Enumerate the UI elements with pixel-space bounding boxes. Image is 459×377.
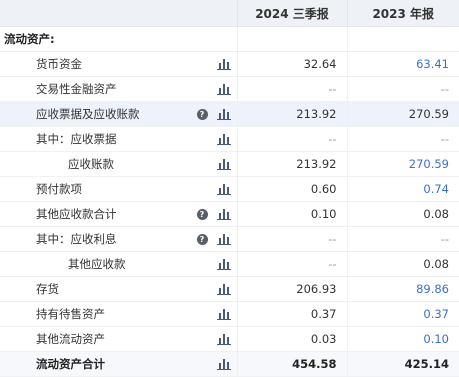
value-2024-q3: 32.64 bbox=[236, 51, 347, 77]
bar-chart-icon[interactable] bbox=[216, 333, 231, 345]
table-row: 其中：应收票据 -- -- bbox=[0, 126, 459, 152]
value-2023-annual[interactable]: 89.86 bbox=[346, 276, 459, 302]
total-row: 流动资产合计 454.58 425.14 bbox=[0, 351, 459, 377]
row-label: 应收账款 bbox=[68, 157, 114, 171]
table-row: 其他流动资产 0.03 0.10 bbox=[0, 326, 459, 352]
header-2023-annual[interactable]: 2023 年报 bbox=[346, 0, 459, 27]
bar-chart-icon[interactable] bbox=[216, 158, 231, 170]
row-label: 其他流动资产 bbox=[36, 332, 105, 346]
value-2024-q3: 0.03 bbox=[236, 326, 347, 352]
value-2023-annual[interactable]: 0.10 bbox=[346, 326, 459, 352]
table-header-row: 2024 三季报 2023 年报 bbox=[0, 0, 459, 27]
header-label-column bbox=[0, 0, 237, 27]
value-2023-annual: 0.08 bbox=[346, 251, 459, 277]
value-2024-q3: -- bbox=[236, 126, 347, 152]
total-label: 流动资产合计 bbox=[36, 357, 105, 371]
value-2023-annual: -- bbox=[346, 76, 459, 102]
table-row: 持有待售资产 0.37 0.37 bbox=[0, 301, 459, 327]
question-circle-icon[interactable]: ? bbox=[196, 233, 208, 245]
value-2024-q3: 206.93 bbox=[236, 276, 347, 302]
value-2023-annual: 0.08 bbox=[346, 201, 459, 227]
value-2023-annual[interactable]: 0.74 bbox=[346, 176, 459, 202]
value-2024-q3: 213.92 bbox=[236, 151, 347, 177]
value-2024-q3: -- bbox=[236, 251, 347, 277]
value-2024-q3: -- bbox=[236, 226, 347, 252]
row-label: 其他应收款合计 bbox=[36, 207, 117, 221]
table-row: 其他应收款合计? 0.10 0.08 bbox=[0, 201, 459, 227]
financial-table: 2024 三季报 2023 年报 流动资产: 货币资金 32.64 63.41 交易性… bbox=[0, 0, 459, 377]
value-2024-q3: 213.92 bbox=[236, 101, 347, 127]
question-circle-icon[interactable]: ? bbox=[196, 208, 208, 220]
table-row: 预付款项 0.60 0.74 bbox=[0, 176, 459, 202]
value-2024-q3: 0.60 bbox=[236, 176, 347, 202]
bar-chart-icon[interactable] bbox=[216, 258, 231, 270]
section-title: 流动资产: bbox=[4, 32, 55, 46]
table-row: 交易性金融资产 -- -- bbox=[0, 76, 459, 102]
value-2023-annual[interactable]: 0.37 bbox=[346, 301, 459, 327]
bar-chart-icon[interactable] bbox=[216, 208, 231, 220]
value-2023-annual: 270.59 bbox=[346, 101, 459, 127]
row-label: 其他应收款 bbox=[68, 257, 126, 271]
row-label: 其中：应收利息 bbox=[36, 232, 117, 246]
row-label: 货币资金 bbox=[36, 57, 82, 71]
row-label: 交易性金融资产 bbox=[36, 82, 117, 96]
row-label: 存货 bbox=[36, 282, 59, 296]
table-row: 应收账款 213.92 270.59 bbox=[0, 151, 459, 177]
value-2024-q3: -- bbox=[236, 76, 347, 102]
bar-chart-icon[interactable] bbox=[216, 233, 231, 245]
row-label: 持有待售资产 bbox=[36, 307, 105, 321]
value-2024-q3: 0.37 bbox=[236, 301, 347, 327]
bar-chart-icon[interactable] bbox=[216, 308, 231, 320]
value-2023-annual: -- bbox=[346, 226, 459, 252]
value-2023-annual[interactable]: 63.41 bbox=[346, 51, 459, 77]
table-row: 其他应收款 -- 0.08 bbox=[0, 251, 459, 277]
table-row: 应收票据及应收账款? 213.92 270.59 bbox=[0, 101, 459, 127]
section-row: 流动资产: bbox=[0, 26, 459, 52]
table-row: 货币资金 32.64 63.41 bbox=[0, 51, 459, 77]
row-label: 其中：应收票据 bbox=[36, 132, 117, 146]
total-2023-annual: 425.14 bbox=[346, 351, 459, 377]
value-2024-q3: 0.10 bbox=[236, 201, 347, 227]
value-2023-annual[interactable]: 270.59 bbox=[346, 151, 459, 177]
header-2024-q3[interactable]: 2024 三季报 bbox=[236, 0, 347, 27]
bar-chart-icon[interactable] bbox=[216, 58, 231, 70]
row-label: 预付款项 bbox=[36, 182, 82, 196]
total-2024-q3: 454.58 bbox=[236, 351, 347, 377]
bar-chart-icon[interactable] bbox=[216, 133, 231, 145]
bar-chart-icon[interactable] bbox=[216, 183, 231, 195]
value-2023-annual: -- bbox=[346, 126, 459, 152]
bar-chart-icon[interactable] bbox=[216, 108, 231, 120]
bar-chart-icon[interactable] bbox=[216, 283, 231, 295]
bar-chart-icon[interactable] bbox=[216, 83, 231, 95]
row-label: 应收票据及应收账款 bbox=[36, 107, 140, 121]
table-row: 其中：应收利息? -- -- bbox=[0, 226, 459, 252]
question-circle-icon[interactable]: ? bbox=[196, 108, 208, 120]
table-row: 存货 206.93 89.86 bbox=[0, 276, 459, 302]
